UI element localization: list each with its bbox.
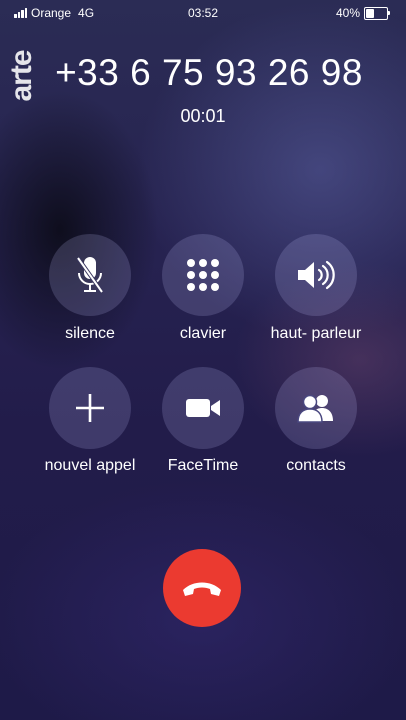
facetime-label: FaceTime <box>167 457 239 474</box>
mute-label: silence <box>65 325 115 342</box>
microphone-muted-icon <box>76 256 104 294</box>
keypad-icon <box>187 259 219 291</box>
add-call-button[interactable] <box>49 367 131 449</box>
speaker-label: haut- parleur <box>270 325 362 342</box>
speaker-icon <box>298 260 335 290</box>
facetime-button[interactable] <box>162 367 244 449</box>
keypad-label: clavier <box>179 325 227 342</box>
contacts-button[interactable] <box>275 367 357 449</box>
contacts-icon <box>297 394 333 423</box>
keypad-button[interactable] <box>162 234 244 316</box>
contacts-label: contacts <box>286 457 346 474</box>
mute-button[interactable] <box>49 234 131 316</box>
plus-icon <box>76 394 104 422</box>
speaker-button[interactable] <box>275 234 357 316</box>
video-camera-icon <box>186 399 220 417</box>
end-call-button[interactable] <box>163 549 241 627</box>
add-call-label: nouvel appel <box>44 457 136 474</box>
call-controls-grid: silence clavier haut- parleur nouvel app… <box>0 0 406 500</box>
hang-up-icon <box>183 582 221 596</box>
